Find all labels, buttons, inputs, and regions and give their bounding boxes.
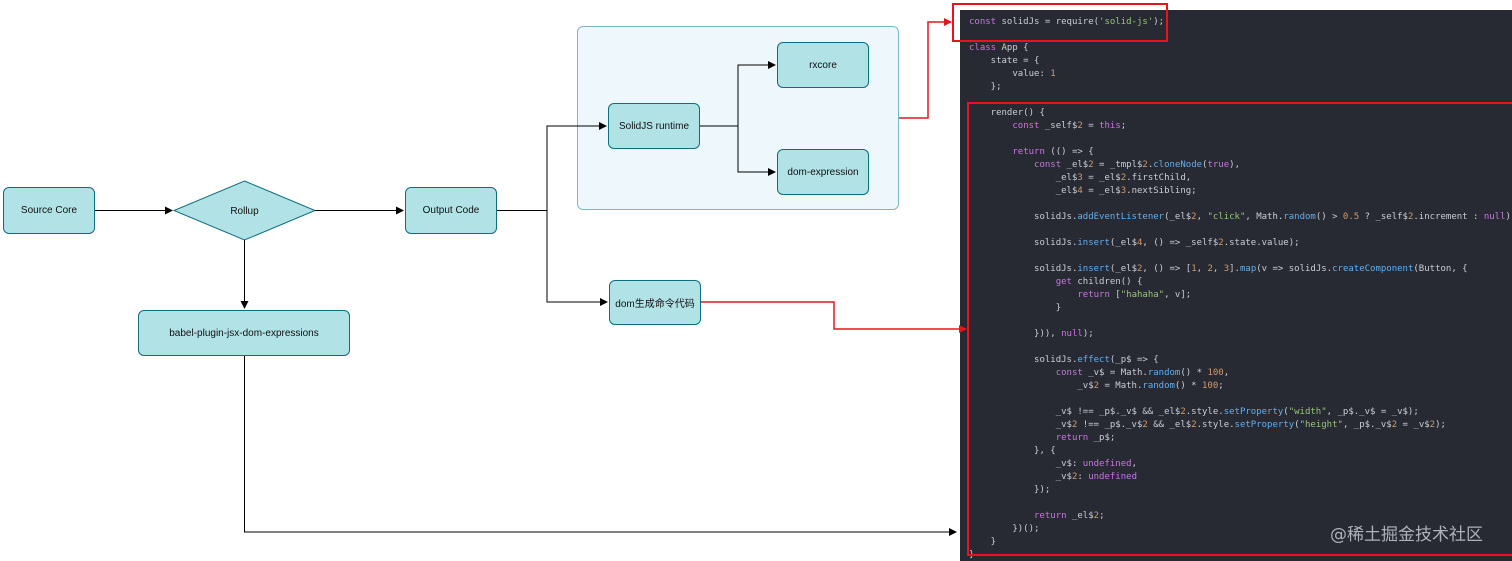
- code-line: const _self$2 = this;: [1012, 121, 1127, 131]
- rxcore-node[interactable]: rxcore: [777, 42, 869, 88]
- code-line: _v$2: undefined: [969, 472, 1137, 482]
- code-line: const solidJs = require('solid-js');: [969, 17, 1165, 27]
- code-line: return ["hahaha", v];: [1077, 290, 1192, 300]
- code-line: value: 1: [969, 69, 1056, 79]
- code-line: _v$ !== _p$._v$ && _el$2.style.setProper…: [969, 407, 1419, 417]
- rxcore-label: rxcore: [809, 59, 837, 71]
- code-line: _el$4 = _el$3.nextSibling;: [969, 186, 1197, 196]
- code-line: })), null);: [969, 329, 1094, 339]
- code-line: }: [969, 303, 1062, 313]
- babel-plugin-label: babel-plugin-jsx-dom-expressions: [169, 327, 319, 339]
- code-line: })();: [969, 524, 1040, 534]
- code-line: render() {: [969, 108, 1045, 118]
- solidjs-runtime-label: SolidJS runtime: [618, 120, 690, 132]
- code-line: const _v$ = Math.random() * 100,: [1055, 368, 1230, 378]
- code-line: solidJs.effect(_p$ => {: [969, 355, 1159, 365]
- babel-plugin-node[interactable]: babel-plugin-jsx-dom-expressions: [138, 310, 350, 356]
- dom-expression-node[interactable]: dom-expression: [777, 149, 869, 195]
- output-code-node[interactable]: Output Code: [405, 187, 497, 234]
- code-line: _el$3 = _el$2.firstChild,: [969, 173, 1192, 183]
- code-line: return _p$;: [1055, 433, 1116, 443]
- code-line: }: [969, 550, 975, 560]
- code-line: };: [969, 82, 1002, 92]
- code-line: _v$2 !== _p$._v$2 && _el$2.style.setProp…: [969, 420, 1446, 430]
- code-line: return (() => {: [1012, 147, 1094, 157]
- code-line: solidJs.insert(_el$2, () => [1, 2, 3].ma…: [969, 264, 1468, 274]
- code-panel: const solidJs = require('solid-js'); clas…: [960, 10, 1512, 561]
- code-line: return _el$2;: [1034, 511, 1105, 521]
- rollup-label: Rollup: [230, 205, 259, 217]
- code-line: get children() {: [1055, 277, 1143, 287]
- code-line: solidJs.addEventListener(_el$2, "click",…: [969, 212, 1512, 222]
- code-line: }: [969, 537, 997, 547]
- dom-codegen-node[interactable]: dom生成命令代码: [609, 280, 701, 325]
- solidjs-runtime-node[interactable]: SolidJS runtime: [608, 103, 700, 149]
- dom-expression-label: dom-expression: [787, 166, 859, 178]
- code-line: });: [969, 485, 1051, 495]
- code-line: class App {: [969, 43, 1029, 53]
- output-code-label: Output Code: [422, 205, 480, 216]
- code-line: const _el$2 = _tmpl$2.cloneNode(true),: [1034, 160, 1240, 170]
- code-line: state = {: [969, 56, 1040, 66]
- dom-codegen-label: dom生成命令代码: [615, 299, 695, 310]
- watermark: @稀土掘金技术社区: [1330, 525, 1483, 545]
- code-line: _v$2 = Math.random() * 100;: [969, 381, 1224, 391]
- code-line: _v$: undefined,: [969, 459, 1137, 469]
- code-line: solidJs.insert(_el$4, () => _self$2.stat…: [969, 238, 1300, 248]
- code-line: }, {: [969, 446, 1056, 456]
